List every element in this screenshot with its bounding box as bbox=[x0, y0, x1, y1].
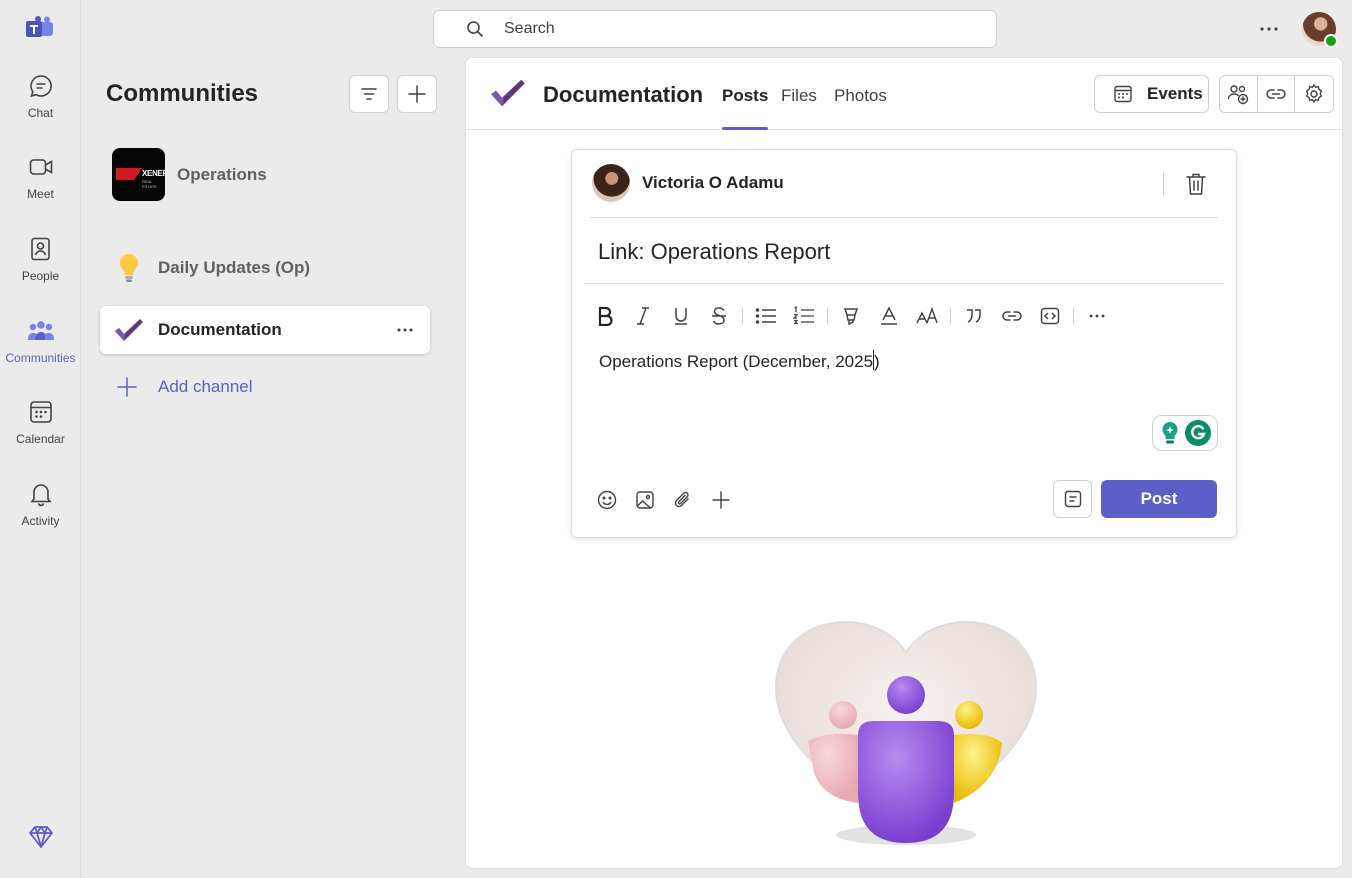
format-toggle-button[interactable] bbox=[1053, 480, 1092, 518]
channel-name: Documentation bbox=[158, 320, 282, 339]
search-bar[interactable]: Search bbox=[433, 10, 997, 48]
author-name: Victoria O Adamu bbox=[642, 173, 784, 192]
author-avatar bbox=[592, 164, 630, 202]
writing-assistant[interactable] bbox=[1152, 415, 1218, 451]
logo-text: XENERO bbox=[142, 169, 165, 178]
numbered-list-icon[interactable] bbox=[785, 303, 823, 329]
format-toolbar bbox=[586, 303, 1116, 329]
channel-header: Documentation Posts Files Photos Events bbox=[466, 58, 1342, 130]
subject-input[interactable]: Link: Operations Report bbox=[598, 239, 830, 265]
filter-button[interactable] bbox=[349, 75, 389, 113]
checkmark-icon bbox=[114, 315, 144, 345]
gear-icon[interactable] bbox=[1295, 76, 1333, 112]
events-button[interactable]: Events bbox=[1094, 75, 1209, 113]
composer-actions bbox=[588, 487, 740, 513]
plus-icon bbox=[408, 85, 426, 103]
search-icon bbox=[466, 20, 484, 38]
community-name: Operations bbox=[177, 164, 267, 184]
grammarly-icon[interactable] bbox=[1184, 419, 1212, 447]
tab-photos[interactable]: Photos bbox=[834, 86, 887, 130]
channel-documentation[interactable]: Documentation bbox=[100, 306, 430, 354]
people-book-icon bbox=[27, 235, 55, 263]
rail-meet[interactable]: Meet bbox=[0, 153, 81, 223]
link-icon[interactable] bbox=[1258, 76, 1296, 112]
teams-logo-icon[interactable] bbox=[26, 16, 54, 42]
font-color-icon[interactable] bbox=[870, 303, 908, 329]
message-body-input[interactable]: Operations Report (December, 2025) bbox=[599, 350, 880, 372]
more-options-icon[interactable] bbox=[1256, 18, 1282, 40]
emoji-icon[interactable] bbox=[588, 487, 626, 513]
quote-icon[interactable] bbox=[955, 303, 993, 329]
channel-name: Daily Updates (Op) bbox=[158, 258, 311, 277]
more-options-icon[interactable] bbox=[394, 321, 416, 339]
underline-icon[interactable] bbox=[662, 303, 700, 329]
checkmark-icon bbox=[490, 78, 526, 114]
channel-pane: Documentation Posts Files Photos Events … bbox=[466, 58, 1342, 868]
channel-title: Documentation bbox=[543, 82, 704, 107]
presence-available-icon bbox=[1324, 34, 1338, 48]
message-text: Operations Report (December, 2025 bbox=[599, 352, 874, 371]
rail-label: People bbox=[21, 269, 60, 283]
rail-communities[interactable]: Communities bbox=[0, 317, 81, 387]
format-note-icon bbox=[1064, 490, 1081, 508]
community-operations[interactable]: XENERO REAL ESTATE Operations bbox=[112, 148, 267, 201]
attach-icon[interactable] bbox=[664, 487, 702, 513]
rail-label: Calendar bbox=[16, 432, 65, 446]
channel-actions bbox=[1219, 75, 1334, 113]
panel-title: Communities bbox=[106, 80, 259, 107]
highlighter-icon[interactable] bbox=[832, 303, 870, 329]
rail-activity[interactable]: Activity bbox=[0, 480, 81, 550]
image-icon[interactable] bbox=[626, 487, 664, 513]
add-channel-label: Add channel bbox=[158, 377, 253, 396]
bell-icon bbox=[27, 480, 55, 508]
communities-icon bbox=[27, 317, 55, 345]
calendar-icon bbox=[27, 398, 55, 426]
community-logo: XENERO REAL ESTATE bbox=[112, 148, 165, 201]
bullet-list-icon[interactable] bbox=[747, 303, 785, 329]
community-illustration bbox=[766, 603, 1046, 853]
post-button[interactable]: Post bbox=[1101, 480, 1217, 518]
premium-diamond-icon[interactable] bbox=[28, 824, 54, 850]
app-rail: Chat Meet People Communities Calendar Ac… bbox=[0, 0, 81, 878]
filter-icon bbox=[361, 88, 377, 100]
rail-chat[interactable]: Chat bbox=[0, 72, 81, 142]
strikethrough-icon[interactable] bbox=[700, 303, 738, 329]
bold-icon[interactable] bbox=[586, 303, 624, 329]
rail-label: Activity bbox=[21, 514, 60, 528]
rail-label: Meet bbox=[27, 187, 54, 201]
link-icon[interactable] bbox=[993, 303, 1031, 329]
user-avatar[interactable] bbox=[1302, 12, 1338, 48]
plus-icon[interactable] bbox=[702, 487, 740, 513]
rail-label: Communities bbox=[5, 351, 76, 365]
events-label: Events bbox=[1147, 84, 1203, 103]
message-text-end: ) bbox=[874, 352, 880, 371]
tab-posts[interactable]: Posts bbox=[722, 86, 769, 130]
lightbulb-icon bbox=[114, 253, 144, 283]
delete-draft-icon[interactable] bbox=[1184, 171, 1208, 197]
calendar-icon bbox=[1114, 85, 1132, 103]
tab-files[interactable]: Files bbox=[781, 86, 817, 130]
font-size-icon[interactable] bbox=[908, 303, 946, 329]
italic-icon[interactable] bbox=[624, 303, 662, 329]
create-community-button[interactable] bbox=[397, 75, 437, 113]
search-input[interactable]: Search bbox=[504, 20, 555, 38]
plus-icon bbox=[117, 377, 137, 397]
video-icon bbox=[27, 153, 55, 181]
rail-label: Chat bbox=[27, 106, 54, 120]
add-member-icon[interactable] bbox=[1220, 76, 1258, 112]
chat-icon bbox=[27, 72, 55, 100]
logo-subtext: REAL ESTATE bbox=[142, 179, 157, 189]
more-formatting-icon[interactable] bbox=[1078, 303, 1116, 329]
copilot-bulb-icon[interactable] bbox=[1159, 421, 1181, 445]
rail-calendar[interactable]: Calendar bbox=[0, 398, 81, 468]
post-composer: Victoria O Adamu Link: Operations Report bbox=[571, 149, 1237, 538]
rail-people[interactable]: People bbox=[0, 235, 81, 305]
add-channel-button[interactable]: Add channel bbox=[116, 376, 253, 398]
code-snippet-icon[interactable] bbox=[1031, 303, 1069, 329]
channel-daily-updates[interactable]: Daily Updates (Op) bbox=[100, 244, 430, 292]
